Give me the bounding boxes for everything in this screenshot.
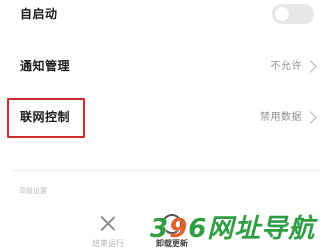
network-control-value: 禁用数据 — [260, 112, 302, 123]
highlight-annotation-box — [7, 98, 85, 138]
stop-running-label: 结束运行 — [92, 239, 124, 248]
notification-management-value: 不允许 — [270, 61, 302, 72]
watermark-text: 网址导航 — [207, 214, 316, 244]
site-watermark-logo: 396网址导航 — [150, 213, 320, 245]
chevron-right-icon — [304, 111, 317, 124]
watermark-digit: 6 — [188, 214, 208, 244]
watermark-number: 396 — [150, 213, 207, 245]
advanced-settings-label: 高级设置 — [19, 187, 47, 195]
close-icon — [100, 214, 116, 232]
autostart-toggle[interactable] — [272, 4, 314, 24]
watermark-digit: 9 — [169, 214, 189, 244]
chevron-right-icon — [304, 60, 317, 73]
notification-management-label: 通知管理 — [20, 59, 71, 73]
autostart-label: 自启动 — [20, 7, 58, 21]
autostart-row: 自启动 — [0, 0, 320, 28]
watermark-digit: 3 — [150, 214, 170, 244]
toggle-knob — [275, 7, 289, 21]
notification-management-row[interactable]: 通知管理 不允许 — [0, 50, 320, 82]
divider — [12, 170, 320, 171]
